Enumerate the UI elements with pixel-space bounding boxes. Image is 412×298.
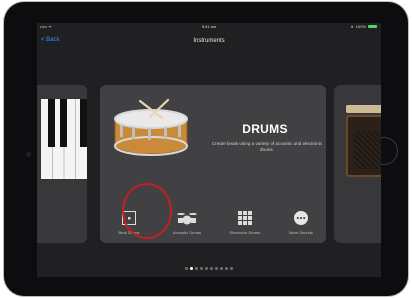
page-indicator[interactable] <box>37 267 381 270</box>
amp-top-panel <box>346 105 381 113</box>
piano-keys-icon <box>41 99 87 179</box>
drum-pad-grid-icon <box>238 211 252 225</box>
page-dot <box>195 267 198 270</box>
instrument-card-amp[interactable] <box>334 85 381 243</box>
clock: 9:41 am <box>201 24 217 29</box>
page-dot <box>205 267 208 270</box>
status-bar: ••••• ᯤ 9:41 am ∗ 100% <box>37 23 381 31</box>
bluetooth-icon: ∗ <box>350 24 354 29</box>
page-dot <box>185 267 188 270</box>
battery-status: ∗ 100% <box>350 24 377 29</box>
nav-bar: < Back Instruments <box>37 31 381 59</box>
kit-label: More Sounds <box>289 230 313 235</box>
kit-electronic-drums[interactable]: Electronic Drums <box>220 203 270 239</box>
guitar-amp-icon <box>346 115 381 177</box>
kit-label: Electronic Drums <box>229 230 261 235</box>
kit-more-sounds[interactable]: More Sounds <box>276 203 326 239</box>
battery-percent: 100% <box>355 24 366 29</box>
kit-label: Acoustic Drums <box>172 230 201 235</box>
featured-description: Create beats using a variety of acoustic… <box>211 141 323 152</box>
page-title: Instruments <box>193 38 225 44</box>
drum-kit-icon <box>177 213 197 225</box>
page-dot-active <box>190 267 193 270</box>
page-dot <box>200 267 203 270</box>
page-dot <box>210 267 213 270</box>
page-dot <box>220 267 223 270</box>
battery-icon <box>368 24 377 29</box>
highlight-annotation-circle <box>122 183 172 239</box>
page-dot <box>215 267 218 270</box>
camera <box>26 152 31 157</box>
ipad-frame: ••••• ᯤ 9:41 am ∗ 100% < Back Instrument… <box>4 2 408 296</box>
screen: ••••• ᯤ 9:41 am ∗ 100% < Back Instrument… <box>37 23 381 277</box>
snare-drum-icon <box>114 99 188 156</box>
amp-grill <box>354 131 381 169</box>
page-dot <box>230 267 233 270</box>
featured-title: DRUMS <box>242 122 288 136</box>
more-icon <box>294 211 308 225</box>
page-dot <box>225 267 228 270</box>
instrument-card-keyboard[interactable] <box>37 85 87 243</box>
